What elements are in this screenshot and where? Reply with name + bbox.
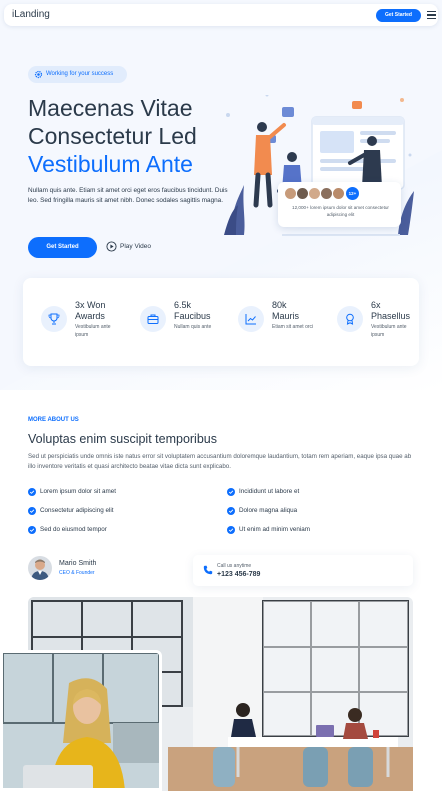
stat-description: Etiam sit amet orci: [272, 324, 314, 330]
woman-laptop-photo: [0, 650, 162, 791]
stat-number: 80k: [272, 300, 287, 310]
check-circle-icon: [227, 488, 235, 496]
gear-icon: [34, 70, 43, 79]
stat-number: 6x: [371, 300, 381, 310]
stat-number: 3x Won: [75, 300, 106, 310]
feature-item: Dolore magna aliqua: [227, 506, 297, 516]
check-circle-icon: [227, 526, 235, 534]
briefcase-icon: [140, 306, 166, 332]
stat-description: Nullam quis ante: [174, 324, 212, 330]
profile-role: CEO & Founder: [59, 570, 95, 576]
stats-card: 3x Won Awards Vestibulum ante ipsum 6.5k…: [23, 278, 419, 366]
feature-text: Sed do eiusmod tempor: [40, 526, 107, 533]
feature-item: Incididunt ut labore et: [227, 487, 299, 497]
play-circle-icon[interactable]: [106, 241, 117, 252]
menu-icon[interactable]: [427, 11, 436, 20]
hero-paragraph: Nullam quis ante. Etiam sit amet orci eg…: [28, 187, 228, 204]
feature-text: Consectetur adipiscing elit: [40, 507, 114, 514]
feature-item: Sed do eiusmod tempor: [28, 525, 107, 535]
feature-item: Lorem ipsum dolor sit amet: [28, 487, 116, 497]
hero-badge: Working for your success: [28, 66, 127, 83]
feature-item: Ut enim ad minim veniam: [227, 525, 310, 535]
avatar: [28, 556, 52, 580]
stat-label: Faucibus: [174, 311, 211, 321]
contact-label: Call us anytime: [217, 563, 252, 569]
contact-card[interactable]: Call us anytime +123 456-789: [193, 555, 413, 586]
feature-text: Ut enim ad minim veniam: [239, 526, 311, 533]
stat-item: 3x Won Awards Vestibulum ante ipsum: [41, 298, 137, 348]
stat-item: 80k Mauris Etiam sit amet orci: [238, 298, 334, 348]
feature-text: Incididunt ut labore et: [239, 488, 300, 495]
customers-more-badge: 12+: [346, 187, 359, 200]
contact-phone[interactable]: +123 456-789: [217, 571, 260, 578]
customers-text: 12,000+ lorem ipsum dolor sit amet conse…: [292, 205, 389, 217]
stat-description: Vestibulum ante ipsum: [75, 324, 111, 338]
hero-title-accent: Vestibulum Ante: [28, 151, 193, 177]
site-header: iLanding Get Started: [4, 4, 438, 26]
graph-up-icon: [238, 306, 264, 332]
feature-text: Dolore magna aliqua: [239, 507, 298, 514]
customers-card: 12+ 12,000+ lorem ipsum dolor sit amet c…: [278, 182, 401, 227]
play-video-link[interactable]: Play Video: [120, 243, 151, 250]
hero-title-line2: Consectetur Led: [28, 123, 197, 149]
hero-title-line1: Maecenas Vitae: [28, 95, 193, 121]
phone-icon: [203, 565, 213, 575]
hero-title: Maecenas Vitae Consectetur Led Vestibulu…: [28, 94, 228, 178]
about-title: Voluptas enim suscipit temporibus: [28, 432, 217, 446]
logo[interactable]: iLanding: [12, 9, 50, 20]
header-get-started-button[interactable]: Get Started: [376, 9, 421, 22]
about-eyebrow: MORE ABOUT US: [28, 417, 79, 423]
hero-badge-text: Working for your success: [46, 71, 114, 77]
stat-description: Vestibulum ante ipsum: [371, 324, 407, 338]
trophy-icon: [41, 306, 67, 332]
hero-get-started-button[interactable]: Get Started: [28, 237, 97, 258]
person-photo: [28, 556, 52, 580]
customer-avatar: [332, 187, 345, 200]
check-circle-icon: [28, 488, 36, 496]
check-circle-icon: [227, 507, 235, 515]
stat-item: 6x Phasellus Vestibulum ante ipsum: [337, 298, 433, 348]
feature-item: Consectetur adipiscing elit: [28, 506, 114, 516]
feature-text: Lorem ipsum dolor sit amet: [40, 488, 116, 495]
profile-name: Mario Smith: [59, 560, 97, 567]
about-paragraph: Sed ut perspiciatis unde omnis iste natu…: [28, 453, 412, 470]
stat-number: 6.5k: [174, 300, 192, 310]
check-circle-icon: [28, 526, 36, 534]
stat-label: Mauris: [272, 311, 300, 321]
stat-label: Awards: [75, 311, 105, 321]
award-icon: [337, 306, 363, 332]
check-circle-icon: [28, 507, 36, 515]
stat-label: Phasellus: [371, 311, 411, 321]
stat-item: 6.5k Faucibus Nullam quis ante: [140, 298, 236, 348]
